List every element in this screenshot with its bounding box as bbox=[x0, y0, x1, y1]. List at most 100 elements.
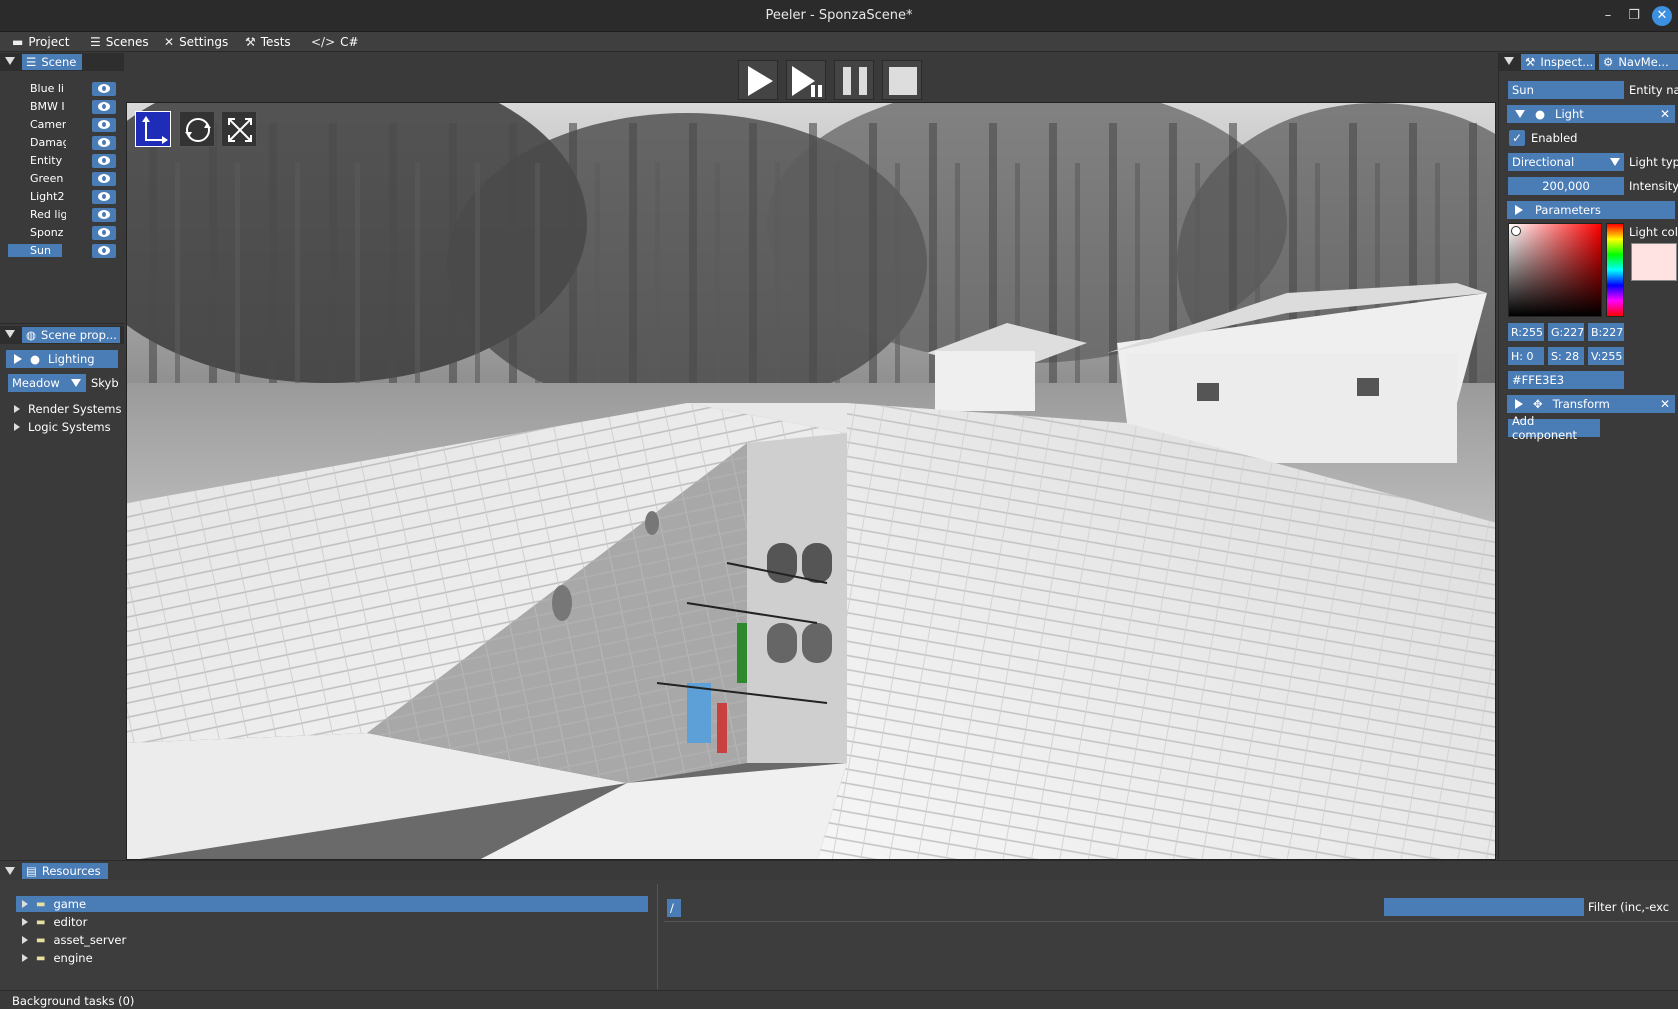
red-value[interactable]: R:255 bbox=[1508, 323, 1544, 341]
eye-icon[interactable] bbox=[92, 226, 116, 240]
light-color-label: Light colo bbox=[1629, 225, 1678, 239]
render-systems-node[interactable]: Render Systems bbox=[14, 402, 121, 416]
minimize-button[interactable]: – bbox=[1598, 6, 1618, 26]
hex-input[interactable]: #FFE3E3 bbox=[1508, 371, 1624, 389]
expand-icon[interactable] bbox=[22, 954, 28, 962]
color-swatch[interactable] bbox=[1631, 243, 1677, 281]
entity-row[interactable]: Blue li bbox=[8, 81, 118, 97]
light-type-value: Directional bbox=[1512, 155, 1575, 169]
code-icon: </> bbox=[311, 35, 336, 49]
eye-icon[interactable] bbox=[92, 244, 116, 258]
eye-icon[interactable] bbox=[92, 82, 116, 96]
stop-button[interactable] bbox=[882, 60, 922, 100]
saturation-value[interactable]: S: 28 bbox=[1548, 347, 1584, 365]
remove-component-icon[interactable]: ✕ bbox=[1660, 107, 1670, 121]
resource-folder-engine[interactable]: ▬ engine bbox=[16, 950, 216, 966]
menu-scenes[interactable]: ☰ Scenes bbox=[90, 34, 149, 50]
resource-folder-name: editor bbox=[53, 915, 88, 929]
eye-icon[interactable] bbox=[92, 172, 116, 186]
blue-value[interactable]: B:227 bbox=[1588, 323, 1624, 341]
tab-scene[interactable]: ☰ Scene bbox=[22, 54, 82, 70]
entity-row[interactable]: Damag bbox=[8, 135, 118, 151]
skybox-select[interactable]: Meadow bbox=[8, 374, 86, 392]
entity-row[interactable]: Sun bbox=[8, 243, 118, 259]
intensity-input[interactable]: 200,000 bbox=[1508, 177, 1624, 195]
skybox-value: Meadow bbox=[12, 376, 60, 390]
eye-icon[interactable] bbox=[92, 136, 116, 150]
add-component-button[interactable]: Add component bbox=[1508, 414, 1600, 442]
title-bar: Peeler - SponzaScene* – ❐ ✕ bbox=[0, 0, 1678, 32]
scene-viewport[interactable] bbox=[126, 102, 1496, 860]
eye-icon[interactable] bbox=[92, 100, 116, 114]
hue-value[interactable]: H: 0 bbox=[1508, 347, 1544, 365]
entity-name: Red lig bbox=[30, 208, 66, 221]
green-value[interactable]: G:227 bbox=[1548, 323, 1584, 341]
intensity-label: Intensity bbox=[1629, 179, 1678, 193]
remove-component-icon[interactable]: ✕ bbox=[1660, 397, 1670, 411]
collapse-arrow-icon[interactable] bbox=[5, 867, 15, 875]
light-component-header[interactable]: ● Light ✕ bbox=[1507, 105, 1675, 123]
list-icon: ☰ bbox=[90, 35, 101, 49]
menu-settings[interactable]: ✕ Settings bbox=[164, 34, 228, 50]
expand-icon bbox=[14, 423, 20, 431]
color-picker-area[interactable] bbox=[1508, 223, 1602, 317]
eye-icon[interactable] bbox=[92, 190, 116, 204]
entity-row[interactable]: Light2 bbox=[8, 189, 118, 205]
filter-input[interactable] bbox=[1384, 898, 1584, 916]
expand-icon[interactable] bbox=[22, 936, 28, 944]
collapse-icon bbox=[1515, 110, 1525, 118]
entity-row[interactable]: Entity bbox=[8, 153, 118, 169]
eye-icon[interactable] bbox=[92, 118, 116, 132]
resource-folder-editor[interactable]: ▬ editor bbox=[16, 914, 216, 930]
scene-render bbox=[127, 103, 1495, 859]
tab-inspector[interactable]: ⚒ Inspect... bbox=[1521, 54, 1595, 70]
step-button[interactable] bbox=[786, 60, 826, 100]
entity-row[interactable]: BMW I bbox=[8, 99, 118, 115]
entity-row[interactable]: Red lig bbox=[8, 207, 118, 223]
collapse-arrow-icon[interactable] bbox=[5, 57, 15, 65]
enabled-checkbox[interactable]: ✓ bbox=[1509, 130, 1525, 146]
resource-folder-game[interactable]: ▬ game bbox=[16, 896, 648, 912]
entity-row[interactable]: Green bbox=[8, 171, 118, 187]
resource-folder-asset_server[interactable]: ▬ asset_server bbox=[16, 932, 216, 948]
entity-row[interactable]: Camer bbox=[8, 117, 118, 133]
collapse-arrow-icon[interactable] bbox=[5, 330, 15, 338]
collapse-arrow-icon[interactable] bbox=[1504, 57, 1514, 65]
tab-scene-props[interactable]: ◍ Scene prop... bbox=[22, 327, 120, 343]
light-type-select[interactable]: Directional bbox=[1508, 153, 1624, 171]
entity-name-input[interactable]: Sun bbox=[1508, 81, 1624, 99]
move-icon: ✥ bbox=[1533, 397, 1543, 411]
menu-csharp[interactable]: </> C# bbox=[311, 34, 359, 50]
play-button[interactable] bbox=[738, 60, 778, 100]
value-value[interactable]: V:255 bbox=[1588, 347, 1624, 365]
menu-tests[interactable]: ⚒ Tests bbox=[245, 34, 291, 50]
menu-project[interactable]: ▬ Project bbox=[12, 34, 69, 50]
entity-name: Green bbox=[30, 172, 64, 185]
expand-icon[interactable] bbox=[22, 918, 28, 926]
logic-systems-node[interactable]: Logic Systems bbox=[14, 420, 111, 434]
tab-navmesh[interactable]: ⚙ NavMe... bbox=[1599, 54, 1678, 70]
globe-icon: ◍ bbox=[26, 328, 37, 342]
menu-csharp-label: C# bbox=[340, 35, 359, 49]
background-tasks-label: Background tasks (0) bbox=[12, 994, 135, 1008]
tab-resources[interactable]: ▤ Resources bbox=[22, 863, 108, 879]
expand-icon[interactable] bbox=[22, 900, 28, 908]
pause-button[interactable] bbox=[834, 60, 874, 100]
rotate-tool-button[interactable] bbox=[179, 111, 215, 147]
scale-tool-button[interactable] bbox=[221, 111, 257, 147]
entity-name: BMW I bbox=[30, 100, 65, 113]
step-icon bbox=[792, 66, 822, 97]
eye-icon[interactable] bbox=[92, 208, 116, 222]
parameters-section[interactable]: Parameters bbox=[1507, 201, 1675, 219]
translate-tool-button[interactable] bbox=[135, 111, 171, 147]
path-breadcrumb[interactable]: / bbox=[667, 899, 681, 917]
chevron-down-icon bbox=[1610, 158, 1620, 166]
transform-component-header[interactable]: ✥ Transform ✕ bbox=[1507, 395, 1675, 413]
close-button[interactable]: ✕ bbox=[1652, 6, 1672, 26]
lighting-section[interactable]: ● Lighting bbox=[6, 350, 118, 368]
eye-icon[interactable] bbox=[92, 154, 116, 168]
color-picker-handle[interactable] bbox=[1511, 226, 1521, 236]
maximize-button[interactable]: ❐ bbox=[1624, 6, 1644, 26]
hue-slider[interactable] bbox=[1606, 223, 1624, 317]
entity-row[interactable]: Sponz bbox=[8, 225, 118, 241]
